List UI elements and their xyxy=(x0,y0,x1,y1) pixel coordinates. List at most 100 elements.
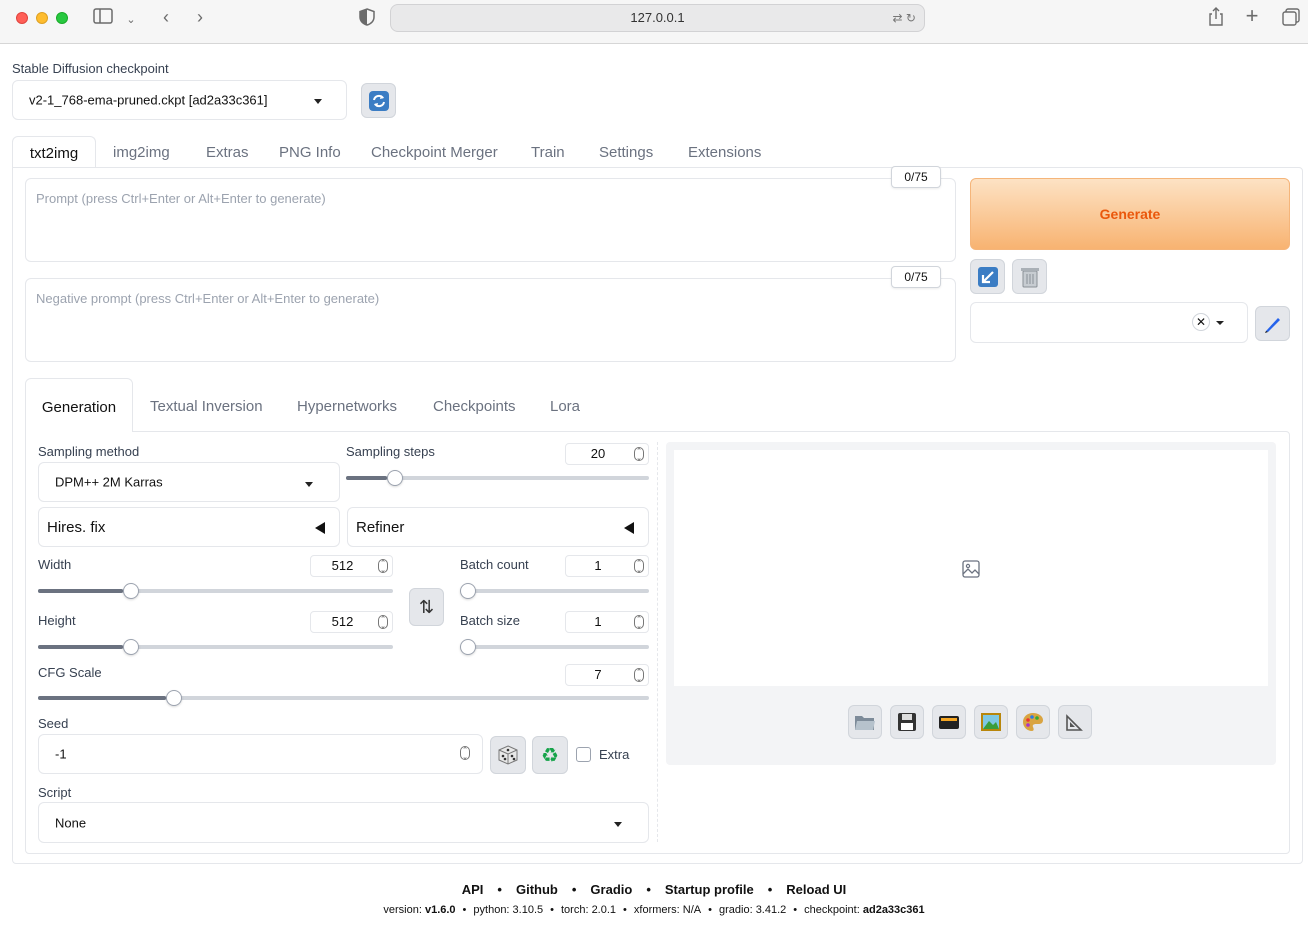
folder-icon xyxy=(855,716,875,730)
batch-size-slider[interactable] xyxy=(460,639,649,655)
height-input[interactable]: 512 ⌃ ⌄ xyxy=(310,611,393,633)
address-bar[interactable]: 127.0.0.1 ⇄ ↻ xyxy=(390,4,925,32)
sampling-steps-input[interactable]: 20 ⌃ ⌄ xyxy=(565,443,649,465)
slider-thumb[interactable] xyxy=(460,583,476,599)
footer-link-github[interactable]: Github xyxy=(516,882,558,897)
tab-train[interactable]: Train xyxy=(531,144,565,161)
sidebar-toggle-icon[interactable] xyxy=(93,8,113,28)
triangular-ruler-icon xyxy=(1066,714,1083,731)
batch-count-slider[interactable] xyxy=(460,583,649,599)
tab-checkpoints[interactable]: Checkpoints xyxy=(433,398,516,415)
batch-size-value: 1 xyxy=(594,614,602,629)
close-window-button[interactable] xyxy=(16,12,28,24)
chevron-down-icon xyxy=(614,822,622,827)
maximize-window-button[interactable] xyxy=(56,12,68,24)
send-to-img2img-button[interactable] xyxy=(974,705,1008,739)
swap-dimensions-button[interactable]: ⇅ xyxy=(409,588,444,626)
extra-checkbox[interactable] xyxy=(576,747,591,762)
stepper-icon[interactable]: ⌃ ⌄ xyxy=(634,668,644,683)
footer-link-api[interactable]: API xyxy=(462,882,484,897)
framed-picture-icon xyxy=(981,713,1001,731)
tab-extensions[interactable]: Extensions xyxy=(688,144,761,161)
refresh-checkpoint-button[interactable] xyxy=(361,83,396,118)
negative-prompt-input[interactable] xyxy=(25,278,956,362)
tab-png-info[interactable]: PNG Info xyxy=(279,144,341,161)
cfg-scale-input[interactable]: 7 ⌃ ⌄ xyxy=(565,664,649,686)
translate-reload-icon[interactable]: ⇄ ↻ xyxy=(893,5,916,31)
zip-button[interactable] xyxy=(932,705,966,739)
clear-prompt-button[interactable] xyxy=(1012,259,1047,294)
styles-dropdown[interactable]: ✕ xyxy=(970,302,1248,343)
checkpoint-value: v2-1_768-ema-pruned.ckpt [ad2a33c361] xyxy=(29,92,268,108)
shield-icon[interactable] xyxy=(357,8,377,30)
stepper-icon[interactable]: ⌃ ⌄ xyxy=(378,615,388,630)
new-tab-icon[interactable]: + xyxy=(1242,5,1262,27)
reuse-seed-button[interactable]: ♻ xyxy=(532,736,568,774)
sampling-steps-label: Sampling steps xyxy=(346,444,435,459)
checkpoint-dropdown[interactable]: v2-1_768-ema-pruned.ckpt [ad2a33c361] xyxy=(12,80,347,120)
read-params-button[interactable] xyxy=(970,259,1005,294)
back-icon[interactable]: ‹ xyxy=(156,7,176,27)
seed-input[interactable]: -1 ⌃ ⌄ xyxy=(38,734,483,774)
stepper-icon[interactable]: ⌃ ⌄ xyxy=(378,559,388,574)
image-preview xyxy=(674,450,1268,686)
width-input[interactable]: 512 ⌃ ⌄ xyxy=(310,555,393,577)
stepper-icon[interactable]: ⌃ ⌄ xyxy=(634,615,644,630)
extra-label: Extra xyxy=(599,747,630,762)
archive-icon xyxy=(939,716,959,729)
refiner-accordion[interactable]: Refiner xyxy=(347,507,649,547)
checkpoint-hash: ad2a33c361 xyxy=(862,904,925,916)
footer-link-gradio[interactable]: Gradio xyxy=(590,882,632,897)
negative-prompt-token-counter: 0/75 xyxy=(891,266,941,288)
stepper-icon[interactable]: ⌃ ⌄ xyxy=(634,447,644,462)
chevron-down-icon[interactable]: ⌄ xyxy=(124,10,138,30)
cfg-scale-slider[interactable] xyxy=(38,690,649,706)
swap-icon: ⇅ xyxy=(418,596,435,617)
separator-dot: • xyxy=(497,882,502,897)
send-to-extras-button[interactable] xyxy=(1058,705,1092,739)
sampling-steps-slider[interactable] xyxy=(346,470,649,486)
hires-fix-accordion[interactable]: Hires. fix xyxy=(38,507,340,547)
tab-lora[interactable]: Lora xyxy=(550,398,580,415)
tab-hypernetworks[interactable]: Hypernetworks xyxy=(297,398,397,415)
tab-extras[interactable]: Extras xyxy=(206,144,249,161)
slider-thumb[interactable] xyxy=(460,639,476,655)
sampling-steps-value: 20 xyxy=(590,446,606,461)
slider-fill xyxy=(38,589,124,593)
sampling-method-dropdown[interactable]: DPM++ 2M Karras xyxy=(38,462,340,502)
footer-link-reload-ui[interactable]: Reload UI xyxy=(786,882,846,897)
open-folder-button[interactable] xyxy=(848,705,882,739)
forward-icon[interactable]: › xyxy=(190,7,210,27)
random-seed-button[interactable] xyxy=(490,736,526,774)
height-slider[interactable] xyxy=(38,639,393,655)
clear-icon[interactable]: ✕ xyxy=(1192,313,1210,331)
tab-checkpoint-merger[interactable]: Checkpoint Merger xyxy=(371,144,498,161)
slider-thumb[interactable] xyxy=(386,470,403,486)
script-dropdown[interactable]: None xyxy=(38,802,649,843)
save-button[interactable] xyxy=(890,705,924,739)
send-to-inpaint-button[interactable] xyxy=(1016,705,1050,739)
tab-txt2img[interactable]: txt2img xyxy=(12,136,96,168)
tab-img2img[interactable]: img2img xyxy=(113,144,170,161)
batch-size-input[interactable]: 1 ⌃ ⌄ xyxy=(565,611,649,633)
edit-styles-button[interactable] xyxy=(1255,306,1290,341)
stepper-icon[interactable]: ⌃ ⌄ xyxy=(634,559,644,574)
minimize-window-button[interactable] xyxy=(36,12,48,24)
footer-link-startup-profile[interactable]: Startup profile xyxy=(665,882,754,897)
batch-count-input[interactable]: 1 ⌃ ⌄ xyxy=(565,555,649,577)
tab-generation[interactable]: Generation xyxy=(25,378,133,432)
tab-overview-icon[interactable] xyxy=(1280,8,1302,30)
generate-button[interactable]: Generate xyxy=(970,178,1290,250)
prompt-token-counter: 0/75 xyxy=(891,166,941,188)
prompt-input[interactable] xyxy=(25,178,956,262)
tab-settings[interactable]: Settings xyxy=(599,144,653,161)
tab-textual-inversion[interactable]: Textual Inversion xyxy=(150,398,263,415)
width-slider[interactable] xyxy=(38,583,393,599)
separator-dot: • xyxy=(767,882,773,897)
batch-count-label: Batch count xyxy=(460,557,529,572)
share-icon[interactable] xyxy=(1206,7,1226,31)
stepper-icon[interactable]: ⌃ ⌄ xyxy=(460,746,470,761)
script-label: Script xyxy=(38,785,72,800)
dice-icon xyxy=(498,745,518,765)
expand-icon xyxy=(315,522,325,534)
